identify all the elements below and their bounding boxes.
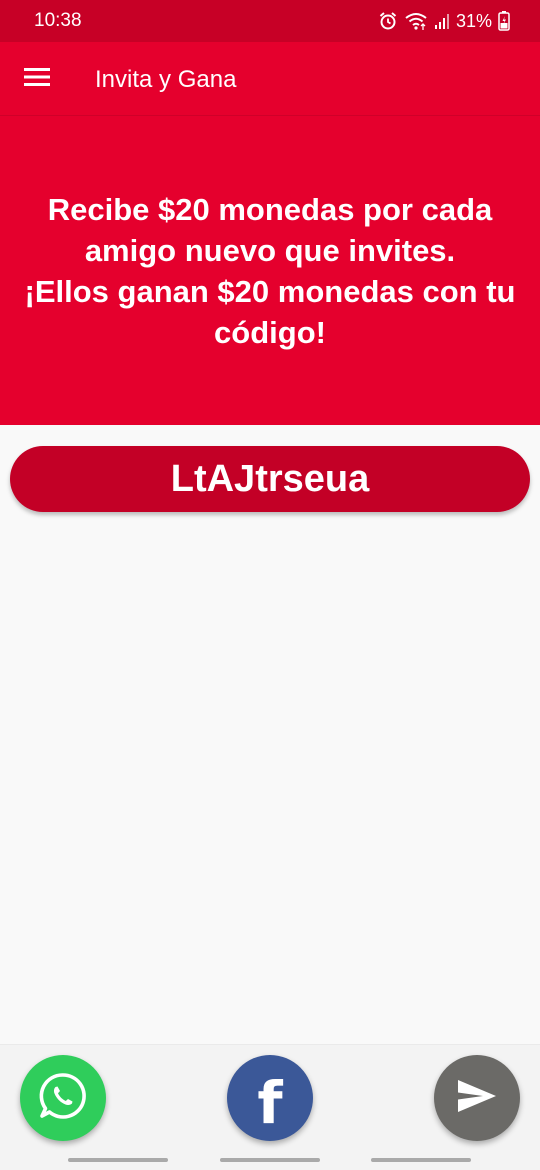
menu-button[interactable] — [18, 60, 56, 98]
referral-code: LtAJtrseua — [170, 457, 370, 500]
alarm-icon — [378, 11, 398, 31]
promo-line: amigo nuevo que invites. — [84, 232, 456, 268]
nav-handle-right[interactable] — [371, 1158, 471, 1162]
wifi-icon — [404, 11, 428, 31]
hamburger-menu-icon — [24, 67, 50, 92]
page-title: Invita y Gana — [95, 66, 237, 93]
battery-icon — [498, 11, 510, 31]
status-bar: 10:38 31% — [0, 0, 540, 42]
promo-text: Recibe $20 monedas por cada amigo nuevo … — [10, 189, 530, 353]
whatsapp-share-button[interactable] — [20, 1055, 106, 1141]
battery-percent: 31% — [455, 11, 492, 31]
screen: 10:38 31% Invita y Gana Recibe $20 moned… — [0, 0, 540, 1170]
promo-banner: Recibe $20 monedas por cada amigo nuevo … — [0, 116, 540, 425]
nav-handle-center[interactable] — [220, 1158, 320, 1162]
send-share-button[interactable] — [434, 1055, 520, 1141]
facebook-share-button[interactable]: f — [227, 1055, 313, 1141]
status-time: 10:38 — [34, 10, 82, 31]
facebook-icon: f — [257, 1069, 283, 1137]
nav-handle-left[interactable] — [68, 1158, 168, 1162]
signal-icon — [434, 12, 450, 30]
whatsapp-icon — [37, 1070, 89, 1127]
referral-code-button[interactable]: LtAJtrseua — [10, 446, 530, 512]
promo-line: código! — [214, 314, 326, 350]
promo-line: ¡Ellos ganan $20 monedas con tu — [24, 273, 516, 309]
promo-line: Recibe $20 monedas por cada — [47, 191, 493, 227]
app-bar: Invita y Gana — [0, 42, 540, 116]
send-icon — [455, 1076, 499, 1121]
status-icons: 31% — [378, 9, 510, 33]
